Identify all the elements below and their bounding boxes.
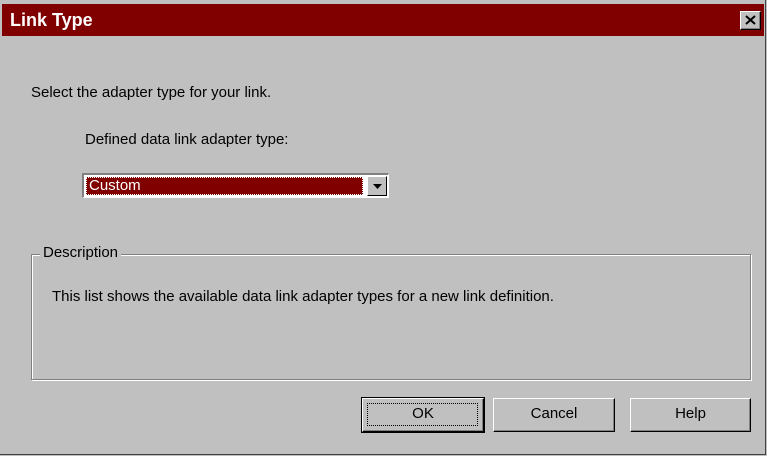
ok-button[interactable]: OK — [361, 397, 485, 433]
description-text: This list shows the available data link … — [52, 288, 554, 305]
help-button[interactable]: Help — [630, 398, 751, 432]
focus-ring — [367, 403, 478, 426]
adapter-type-label: Defined data link adapter type: — [85, 131, 289, 148]
link-type-dialog: Link Type Select the adapter type for yo… — [0, 0, 766, 455]
close-button[interactable] — [740, 11, 761, 30]
adapter-prompt: Select the adapter type for your link. — [31, 84, 272, 101]
window-title: Link Type — [10, 10, 93, 30]
dropdown-button[interactable] — [367, 176, 387, 196]
adapter-type-select[interactable]: Custom — [82, 173, 389, 198]
description-legend: Description — [40, 244, 122, 261]
chevron-down-icon — [373, 184, 382, 189]
description-group — [31, 254, 751, 380]
cancel-button-label: Cancel — [530, 405, 578, 422]
adapter-type-selected-value[interactable]: Custom — [86, 177, 363, 195]
close-icon — [745, 15, 756, 25]
title-bar[interactable]: Link Type — [2, 4, 764, 36]
cancel-button[interactable]: Cancel — [493, 398, 615, 432]
help-button-label: Help — [675, 405, 706, 422]
